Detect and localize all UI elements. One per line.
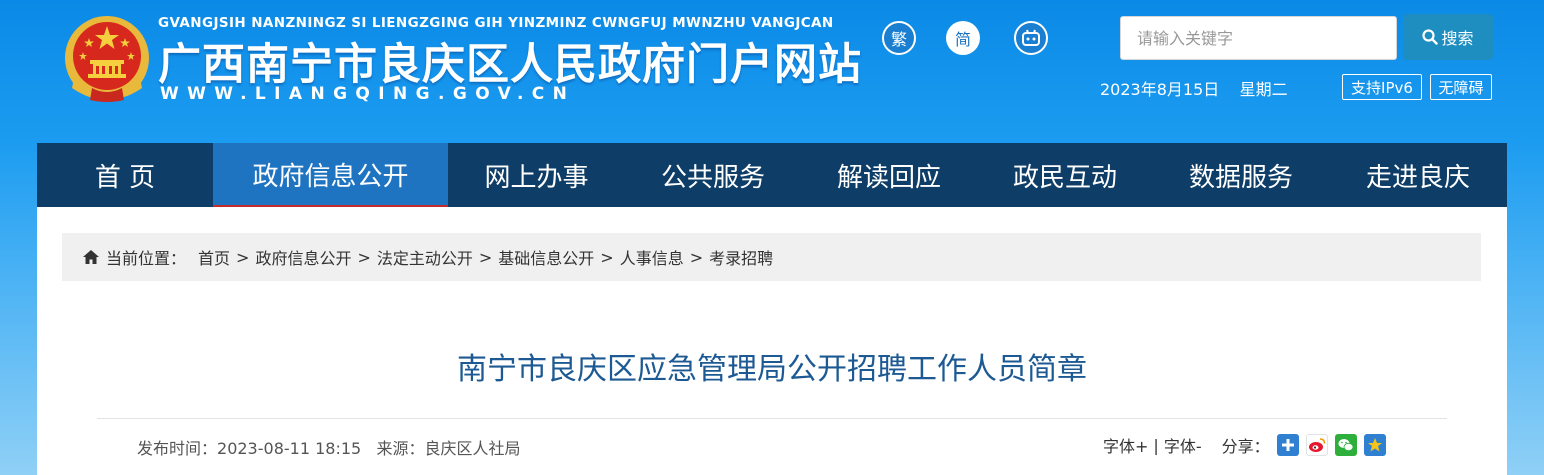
share-more-icon[interactable] <box>1276 434 1299 456</box>
weekday-value: 星期二 <box>1239 80 1288 99</box>
breadcrumb-separator: > <box>600 247 614 267</box>
source-value: 良庆区人社局 <box>424 439 521 458</box>
font-increase-button[interactable]: 字体+ <box>1103 433 1148 457</box>
breadcrumb-separator: > <box>357 247 371 267</box>
date-value: 2023年8月15日 <box>1100 80 1220 99</box>
breadcrumb-separator: > <box>236 247 250 267</box>
breadcrumb-item-gov-info[interactable]: 政府信息公开 <box>255 245 351 269</box>
breadcrumb: 当前位置： 首页 > 政府信息公开 > 法定主动公开 > 基础信息公开 > 人事… <box>62 233 1481 281</box>
breadcrumb-item-personnel[interactable]: 人事信息 <box>620 245 684 269</box>
source-label: 来源： <box>376 439 425 458</box>
breadcrumb-separator: > <box>689 247 704 267</box>
search-button-label: 搜索 <box>1441 29 1474 48</box>
share-label: 分享： <box>1221 437 1270 456</box>
site-url: WWW.LIANGQING.GOV.CN <box>160 84 576 104</box>
search-input[interactable] <box>1120 16 1397 60</box>
site-title[interactable]: 广西南宁市良庆区人民政府门户网站 <box>158 30 862 92</box>
simplified-chinese-button[interactable]: 简 <box>946 21 980 55</box>
breadcrumb-item-basic-info[interactable]: 基础信息公开 <box>498 245 594 269</box>
breadcrumb-separator: > <box>478 247 493 267</box>
robot-icon <box>1022 29 1040 46</box>
robot-assistant-button[interactable] <box>1014 21 1048 55</box>
search-button[interactable]: 搜索 <box>1403 14 1493 60</box>
nav-item-data-services[interactable]: 数据服务 <box>1153 143 1329 207</box>
article-meta: 发布时间：2023-08-11 18:15 来源：良庆区人社局 <box>137 435 521 459</box>
nav-item-interaction[interactable]: 政民互动 <box>977 143 1153 207</box>
nav-item-about-liangqing[interactable]: 走进良庆 <box>1329 143 1507 207</box>
content-panel: 当前位置： 首页 > 政府信息公开 > 法定主动公开 > 基础信息公开 > 人事… <box>37 207 1507 475</box>
breadcrumb-item-recruitment[interactable]: 考录招聘 <box>709 245 773 269</box>
ipv6-badge[interactable]: 支持IPv6 <box>1342 74 1422 100</box>
article-tools: 字体+ | 字体- 分享： <box>1103 433 1386 457</box>
title-divider <box>97 418 1447 419</box>
publish-time-label: 发布时间： <box>137 439 218 458</box>
nav-item-public-services[interactable]: 公共服务 <box>625 143 801 207</box>
main-nav: 首 页 政府信息公开 网上办事 公共服务 解读回应 政民互动 数据服务 走进良庆 <box>37 143 1507 207</box>
site-pinyin-title: GVANGJSIH NANZNINGZ SI LIENGZGING GIH YI… <box>158 15 834 31</box>
nav-item-online-services[interactable]: 网上办事 <box>448 143 625 207</box>
article-title: 南宁市良庆区应急管理局公开招聘工作人员简章 <box>457 352 1087 387</box>
breadcrumb-prefix: 当前位置： <box>106 249 187 268</box>
weibo-share-icon[interactable] <box>1305 434 1328 456</box>
breadcrumb-item-statutory[interactable]: 法定主动公开 <box>377 245 473 269</box>
nav-item-interpretation[interactable]: 解读回应 <box>801 143 977 207</box>
national-emblem-icon <box>65 16 149 102</box>
traditional-chinese-button[interactable]: 繁 <box>882 21 916 55</box>
current-date: 2023年8月15日 星期二 <box>1100 76 1288 100</box>
wechat-share-icon[interactable] <box>1334 434 1357 456</box>
accessibility-button[interactable]: 无障碍 <box>1430 74 1492 100</box>
publish-time: 2023-08-11 18:15 <box>217 439 362 458</box>
font-decrease-button[interactable]: 字体- <box>1164 433 1202 457</box>
nav-item-home[interactable]: 首 页 <box>37 143 213 207</box>
site-header: GVANGJSIH NANZNINGZ SI LIENGZGING GIH YI… <box>0 0 1544 143</box>
breadcrumb-item-home[interactable]: 首页 <box>198 245 230 269</box>
home-icon <box>82 249 100 265</box>
nav-item-gov-info-disclosure[interactable]: 政府信息公开 <box>213 143 448 207</box>
font-size-separator: | <box>1153 435 1159 455</box>
search-icon <box>1422 29 1439 45</box>
qzone-share-icon[interactable] <box>1363 434 1386 456</box>
